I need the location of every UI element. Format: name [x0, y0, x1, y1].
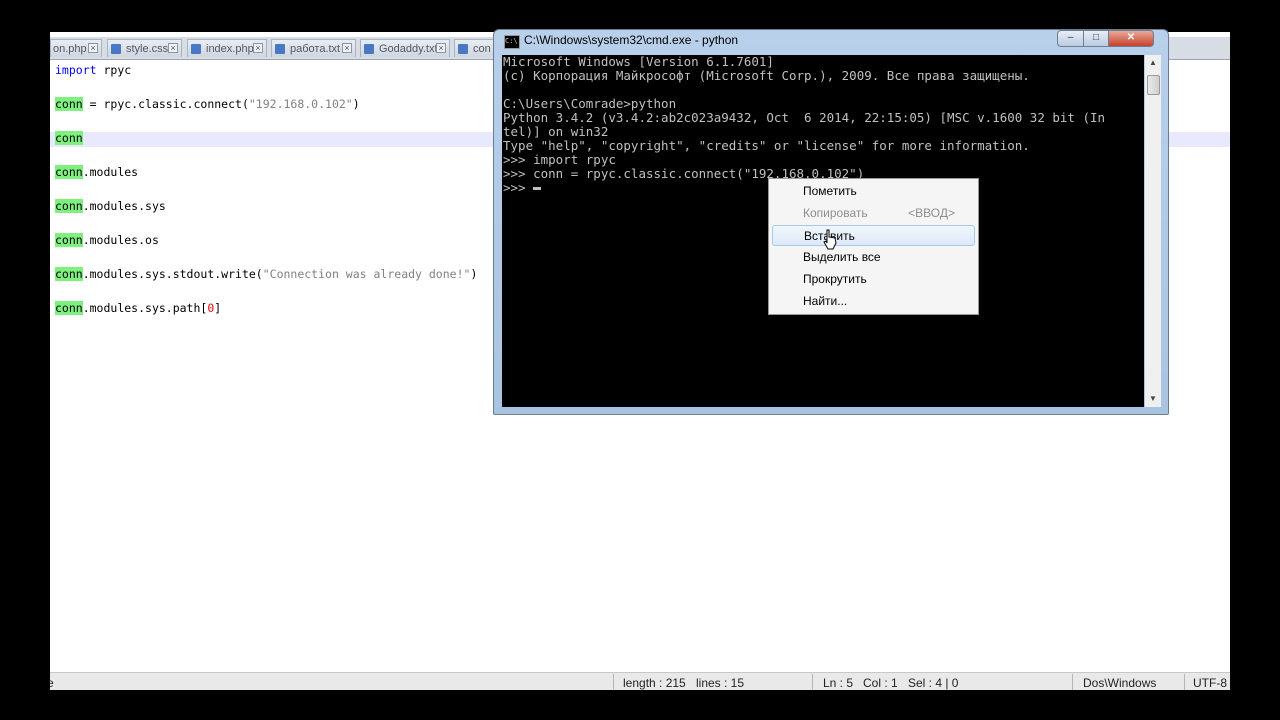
status-ln: Ln : 5 [823, 676, 854, 690]
status-bar: e length : 215 lines : 15 Ln : 5 Col : 1… [50, 672, 1230, 690]
code-line: conn [55, 131, 83, 146]
code-token: "Connection was already done!" [262, 267, 471, 281]
code-token: conn [55, 267, 83, 281]
file-icon [191, 44, 201, 54]
console-line: (c) Корпорация Майкрософт (Microsoft Cor… [503, 68, 1030, 83]
code-token: conn [55, 165, 83, 179]
status-lines: lines : 15 [696, 676, 745, 690]
code-token: conn [55, 97, 83, 111]
status-separator [1184, 674, 1185, 690]
tab-label: on.php [53, 43, 87, 55]
console-line: >>> import rpyc [503, 152, 616, 167]
status-col: Col : 1 [863, 676, 898, 690]
code-token: .modules [82, 165, 139, 179]
cmd-app-icon[interactable]: C:\ [504, 35, 520, 49]
code-token: ) [470, 267, 478, 281]
status-eol: Dos\Windows [1083, 676, 1157, 690]
text-cursor [533, 187, 542, 190]
code-token: = rpyc.classic.connect( [82, 97, 249, 111]
console-line: Python 3.4.2 (v3.4.2:ab2c023a9432, Oct 6… [503, 110, 1106, 125]
code-token: conn [55, 199, 83, 213]
code-line: conn.modules.sys.stdout.write("Connectio… [55, 267, 477, 282]
code-token: ] [214, 301, 222, 315]
file-icon [275, 44, 285, 54]
menu-item-label: Прокрутить [803, 272, 867, 286]
status-encoding: UTF-8 [1193, 676, 1227, 690]
code-line: import rpyc [55, 63, 131, 78]
maximize-button[interactable]: □ [1083, 30, 1109, 47]
file-tab[interactable]: on.php × [50, 39, 102, 57]
scroll-thumb[interactable] [1147, 75, 1160, 95]
file-icon [458, 44, 468, 54]
console-line: C:\Users\Comrade>python [503, 96, 677, 111]
tab-label: style.css [126, 43, 169, 55]
code-token: "192.168.0.102" [248, 97, 353, 111]
file-tab[interactable]: работа.txt × [271, 39, 356, 57]
console-line: Type "help", "copyright", "credits" or "… [503, 138, 1030, 153]
scroll-up-arrow-icon[interactable]: ▲ [1145, 55, 1161, 71]
code-token: .modules.sys [82, 199, 166, 213]
code-token: .modules.sys.stdout.write( [82, 267, 263, 281]
code-token: .modules.sys.path[ [82, 301, 208, 315]
console-line: Microsoft Windows [Version 6.1.7601] [503, 55, 774, 69]
scroll-down-arrow-icon[interactable]: ▼ [1145, 391, 1161, 407]
mouse-pointer-icon [823, 229, 837, 250]
file-icon [111, 44, 121, 54]
menu-item-label: Копировать [803, 206, 868, 220]
status-sel: Sel : 4 | 0 [908, 676, 959, 690]
file-icon [364, 44, 374, 54]
code-line: conn.modules.sys.path[0] [55, 301, 221, 316]
menu-item[interactable]: Копировать <ВВОД> [772, 203, 975, 224]
console-line: tel)] on win32 [503, 124, 609, 139]
menu-item[interactable]: Вставить [772, 225, 975, 246]
code-token: conn [55, 131, 83, 145]
tab-label: работа.txt [290, 43, 341, 55]
menu-item-label: Выделить все [803, 250, 881, 264]
menu-item-label: Пометить [803, 184, 857, 198]
code-token: import [55, 63, 97, 77]
tab-close-icon[interactable]: × [88, 43, 98, 53]
code-line: conn.modules [55, 165, 138, 180]
status-separator [613, 674, 614, 690]
file-tab[interactable]: style.css × [107, 39, 182, 57]
tab-close-icon[interactable]: × [253, 43, 263, 53]
code-token: conn [55, 233, 83, 247]
console-prompt: >>> [503, 180, 534, 195]
menu-item-label: Найти... [803, 294, 848, 308]
context-menu: Пометить Копировать <ВВОД> Вставить Выделить… [768, 178, 979, 315]
tab-label: index.php [206, 43, 254, 55]
tab-close-icon[interactable]: × [168, 43, 178, 53]
code-token: conn [55, 301, 83, 315]
file-tab[interactable]: con [454, 39, 494, 57]
code-line: conn.modules.os [55, 233, 159, 248]
menu-item[interactable]: Выделить все [772, 247, 975, 268]
code-line: conn = rpyc.classic.connect("192.168.0.1… [55, 97, 360, 112]
status-separator [1072, 674, 1073, 690]
tab-close-icon[interactable]: × [436, 43, 446, 53]
menu-item-shortcut: <ВВОД> [908, 206, 955, 220]
file-tab[interactable]: Godaddy.txt × [360, 39, 450, 57]
window-title: C:\Windows\system32\cmd.exe - python [524, 33, 739, 47]
status-left-fragment: e [50, 676, 54, 690]
tab-label: con [473, 43, 491, 55]
code-token: ) [352, 97, 360, 111]
close-button[interactable]: ✕ [1108, 30, 1154, 47]
code-token: .modules.os [82, 233, 159, 247]
code-token: rpyc [96, 63, 132, 77]
menu-item[interactable]: Пометить [772, 181, 975, 202]
code-line: conn.modules.sys [55, 199, 166, 214]
tab-close-icon[interactable]: × [342, 43, 352, 53]
status-separator [812, 674, 813, 690]
console-prompt-line: >>> [503, 180, 542, 195]
status-length: length : 215 [623, 676, 686, 690]
vertical-scrollbar[interactable]: ▲ ▼ [1145, 55, 1161, 407]
menu-item[interactable]: Прокрутить [772, 269, 975, 290]
file-tab[interactable]: index.php × [187, 39, 267, 57]
tab-label: Godaddy.txt [379, 43, 438, 55]
minimize-button[interactable]: – [1057, 30, 1084, 47]
menu-item[interactable]: Найти... [772, 291, 975, 312]
